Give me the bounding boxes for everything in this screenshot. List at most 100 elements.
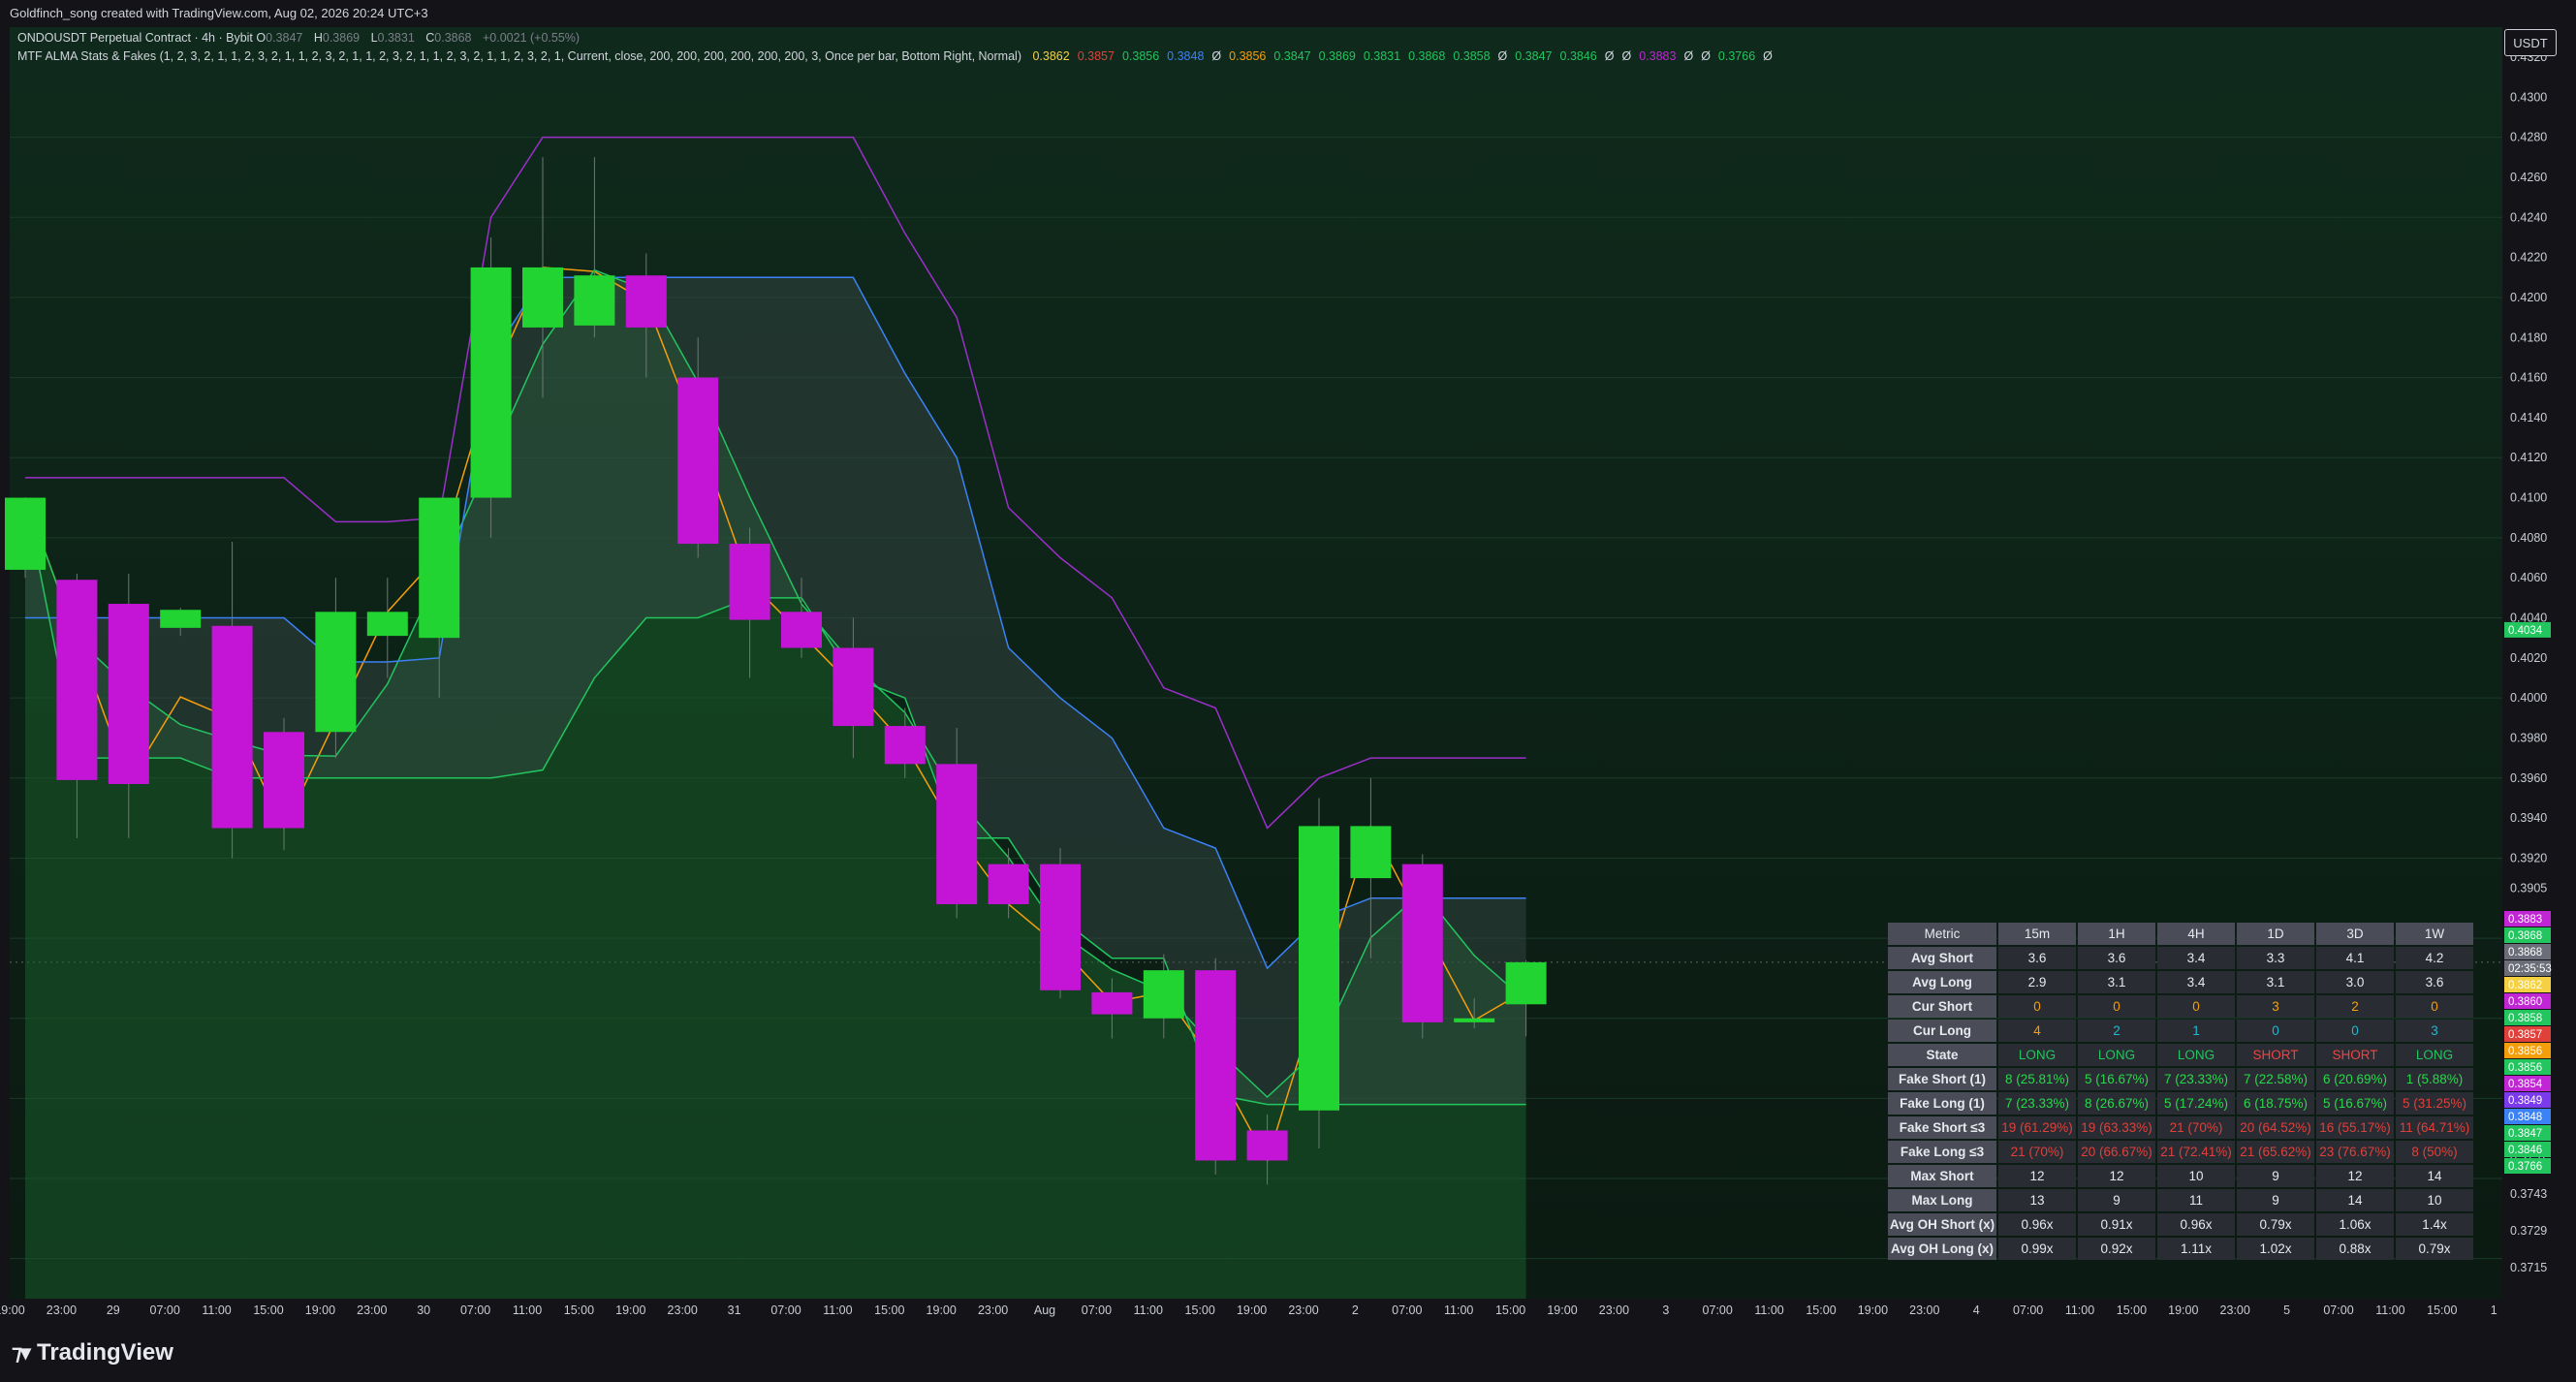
indicator-value: 0.3848 [1167,49,1205,63]
stats-row: Cur Short 0 0 0 3 2 0 [1888,995,2473,1018]
stats-cell: 4.1 [2316,947,2394,969]
time-tick-label: 19:00 [0,1303,25,1317]
candle-body[interactable] [264,732,304,829]
price-tag-label: 0.3766 [2508,1161,2542,1173]
candle-body[interactable] [884,726,926,765]
candle-body[interactable] [211,625,253,829]
candle-body[interactable] [1195,970,1237,1161]
time-tick-label: 07:00 [1703,1303,1733,1317]
candle-body[interactable] [1350,826,1392,879]
price-tag-label: 02:35:53 [2508,963,2552,975]
indicator-value: 0.3857 [1077,49,1115,63]
candle-body[interactable] [988,864,1029,904]
candle-body[interactable] [1505,961,1547,1005]
stats-column-header: 4H [2157,923,2235,945]
candle-body[interactable] [1299,826,1339,1111]
stats-cell: SHORT [2316,1044,2394,1066]
stats-cell: 13 [1998,1189,2076,1211]
symbol-title[interactable]: ONDOUSDT Perpetual Contract · 4h · Bybit [17,31,253,45]
time-tick-label: 15:00 [2117,1303,2147,1317]
indicator-values: 0.3862 0.3857 0.3856 0.3848 Ø 0.3856 0.3847 0.3… [1024,49,1772,63]
stats-row: Fake Long (1) 7 (23.33%) 8 (26.67%) 5 (17.2… [1888,1092,2473,1115]
indicator-value: Ø [1683,49,1694,63]
indicator-value: Ø [1497,49,1508,63]
time-tick-label: 23:00 [978,1303,1008,1317]
stats-cell: 0 [2157,995,2235,1018]
stats-column-header: 1H [2078,923,2155,945]
ohlc-readout: O0.3847 H0.3869 L0.3831 C0.3868 [256,31,479,45]
stats-cell: SHORT [2237,1044,2314,1066]
indicator-value: 0.3868 [1408,49,1446,63]
time-tick-label: 11:00 [2375,1303,2404,1317]
price-tag-label: 0.3858 [2508,1013,2542,1024]
stats-row-label: Max Short [1888,1165,1996,1187]
stats-cell: 3.4 [2157,971,2235,993]
stats-row-label: Cur Long [1888,1020,1996,1042]
time-tick-label: 15:00 [2427,1303,2457,1317]
candle-body[interactable] [1040,864,1081,990]
price-tick-label: 0.3743 [2510,1187,2547,1201]
stats-cell: 14 [2396,1165,2473,1187]
price-tick-label: 0.3940 [2510,811,2547,825]
stats-cell: 3.4 [2157,947,2235,969]
candle-body[interactable] [522,267,563,328]
time-tick-label: 19:00 [2168,1303,2198,1317]
time-tick-label: 19:00 [1237,1303,1267,1317]
indicator-value: Ø [1604,49,1615,63]
candle-body[interactable] [1454,1018,1495,1022]
indicator-value: 0.3847 [1273,49,1311,63]
time-tick-label: 2 [1352,1303,1359,1317]
stats-cell: 4 [1998,1020,2076,1042]
candle-body[interactable] [108,604,149,785]
stats-cell: LONG [2396,1044,2473,1066]
stats-column-header: Metric [1888,923,1996,945]
candle-body[interactable] [419,497,460,639]
candle-body[interactable] [936,764,978,904]
stats-row: Avg Long 2.9 3.1 3.4 3.1 3.0 3.6 [1888,971,2473,993]
stats-cell: 3.3 [2237,947,2314,969]
price-tick-label: 0.4220 [2510,251,2547,265]
currency-button[interactable]: USDT [2504,29,2557,56]
candle-body[interactable] [832,647,874,727]
candle-body[interactable] [366,612,408,637]
stats-cell: 16 (55.17%) [2316,1116,2394,1139]
candle-body[interactable] [1143,970,1184,1019]
candle-body[interactable] [729,544,770,620]
time-tick-label: 11:00 [202,1303,231,1317]
price-tick-label: 0.4100 [2510,491,2547,505]
candle-body[interactable] [160,610,202,628]
candle-body[interactable] [625,275,667,328]
indicator-value: 0.3831 [1363,49,1401,63]
indicator-value: 0.3883 [1639,49,1677,63]
time-tick-label: 23:00 [1599,1303,1629,1317]
time-tick-label: 11:00 [1444,1303,1473,1317]
time-tick-label: 15:00 [253,1303,283,1317]
stats-cell: 0.88x [2316,1238,2394,1260]
candle-body[interactable] [677,377,719,545]
candle-body[interactable] [1091,991,1133,1015]
candle-body[interactable] [1401,864,1443,1022]
time-tick-label: 23:00 [2220,1303,2250,1317]
price-tag-label: 0.3848 [2508,1112,2542,1123]
stats-header-row: Metric 15m 1H 4H 1D 3D 1W [1888,923,2473,945]
time-tick-label: 15:00 [874,1303,904,1317]
time-tick-label: 11:00 [1754,1303,1783,1317]
time-tick-label: 19:00 [1547,1303,1577,1317]
indicator-title[interactable]: MTF ALMA Stats & Fakes (1, 2, 3, 2, 1, 1… [17,49,1021,63]
tradingview-logo[interactable]: ⁊▾ TradingView [12,1339,173,1366]
candle-body[interactable] [470,267,512,498]
stats-cell: 0 [2316,1020,2394,1042]
price-tag-label: 0.3856 [2508,1062,2542,1074]
stats-cell: 21 (65.62%) [2237,1141,2314,1163]
price-tick-label: 0.3920 [2510,851,2547,864]
candle-body[interactable] [5,497,46,570]
candle-body[interactable] [56,580,98,780]
candle-body[interactable] [574,275,615,326]
candle-body[interactable] [315,612,357,733]
time-tick-label: 30 [417,1303,430,1317]
stats-cell: 2 [2078,1020,2155,1042]
candle-body[interactable] [781,612,822,648]
stats-cell: 0.91x [2078,1213,2155,1236]
candle-body[interactable] [1246,1130,1288,1161]
indicator-value: 0.3856 [1229,49,1267,63]
